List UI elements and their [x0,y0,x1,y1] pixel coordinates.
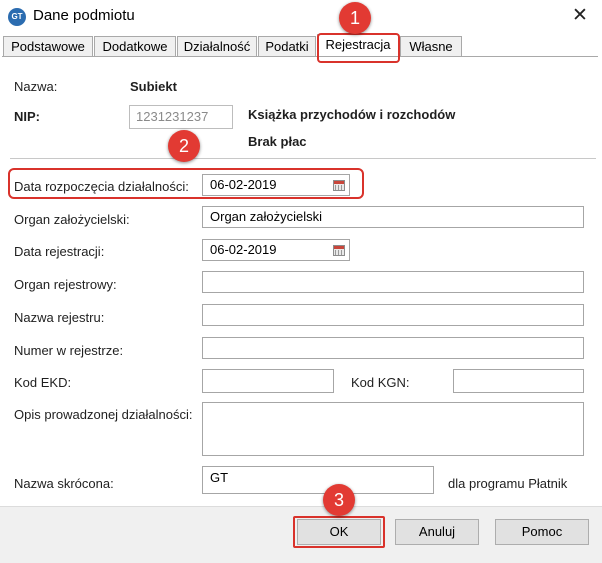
step-badge-2: 2 [168,130,200,162]
close-icon[interactable]: ✕ [566,4,594,28]
founding-body-field[interactable]: Organ założycielski [202,206,584,228]
highlight-start-date [8,168,364,199]
tab-dodatkowe[interactable]: Dodatkowe [94,36,176,57]
registry-name-label: Nazwa rejestru: [14,310,105,325]
nip-field: 1231231237 [129,105,233,129]
app-icon: GT [8,8,26,26]
tab-podstawowe[interactable]: Podstawowe [3,36,93,57]
step-badge-3: 3 [323,484,355,516]
kgn-field[interactable] [453,369,584,393]
nip-label: NIP: [14,109,40,124]
short-name-field[interactable]: GT [202,466,434,494]
founding-body-label: Organ założycielski: [14,212,130,227]
registry-number-field[interactable] [202,337,584,359]
title-bar: GT Dane podmiotu ✕ [0,0,602,33]
tab-podatki[interactable]: Podatki [258,36,316,57]
registry-name-field[interactable] [202,304,584,326]
book-type-label: Książka przychodów i rozchodów [248,107,456,122]
name-value: Subiekt [130,79,177,94]
calendar-icon[interactable] [333,245,345,256]
registry-body-field[interactable] [202,271,584,293]
step-badge-1: 1 [339,2,371,34]
ekd-field[interactable] [202,369,334,393]
divider [10,158,596,159]
highlight-ok-button [293,516,385,548]
tab-wlasne[interactable]: Własne [400,36,462,57]
ekd-label: Kod EKD: [14,375,72,390]
registry-body-label: Organ rejestrowy: [14,277,117,292]
tab-divider [2,56,598,57]
name-label: Nazwa: [14,79,58,94]
highlight-tab-rejestracja [317,33,400,63]
registration-date-value: 06-02-2019 [210,242,277,257]
short-name-note: dla programu Płatnik [448,476,568,491]
cancel-button[interactable]: Anuluj [395,519,479,545]
window-title: Dane podmiotu [33,7,135,24]
registration-date-field[interactable]: 06-02-2019 [202,239,350,261]
registration-date-label: Data rejestracji: [14,244,105,259]
kgn-label: Kod KGN: [351,375,410,390]
registry-number-label: Numer w rejestrze: [14,343,124,358]
activity-description-field[interactable] [202,402,584,456]
help-button[interactable]: Pomoc [495,519,589,545]
payroll-label: Brak płac [248,134,307,149]
tab-dzialalnosc[interactable]: Działalność [177,36,257,57]
short-name-label: Nazwa skrócona: [14,476,114,491]
activity-description-label: Opis prowadzonej działalności: [14,407,193,422]
